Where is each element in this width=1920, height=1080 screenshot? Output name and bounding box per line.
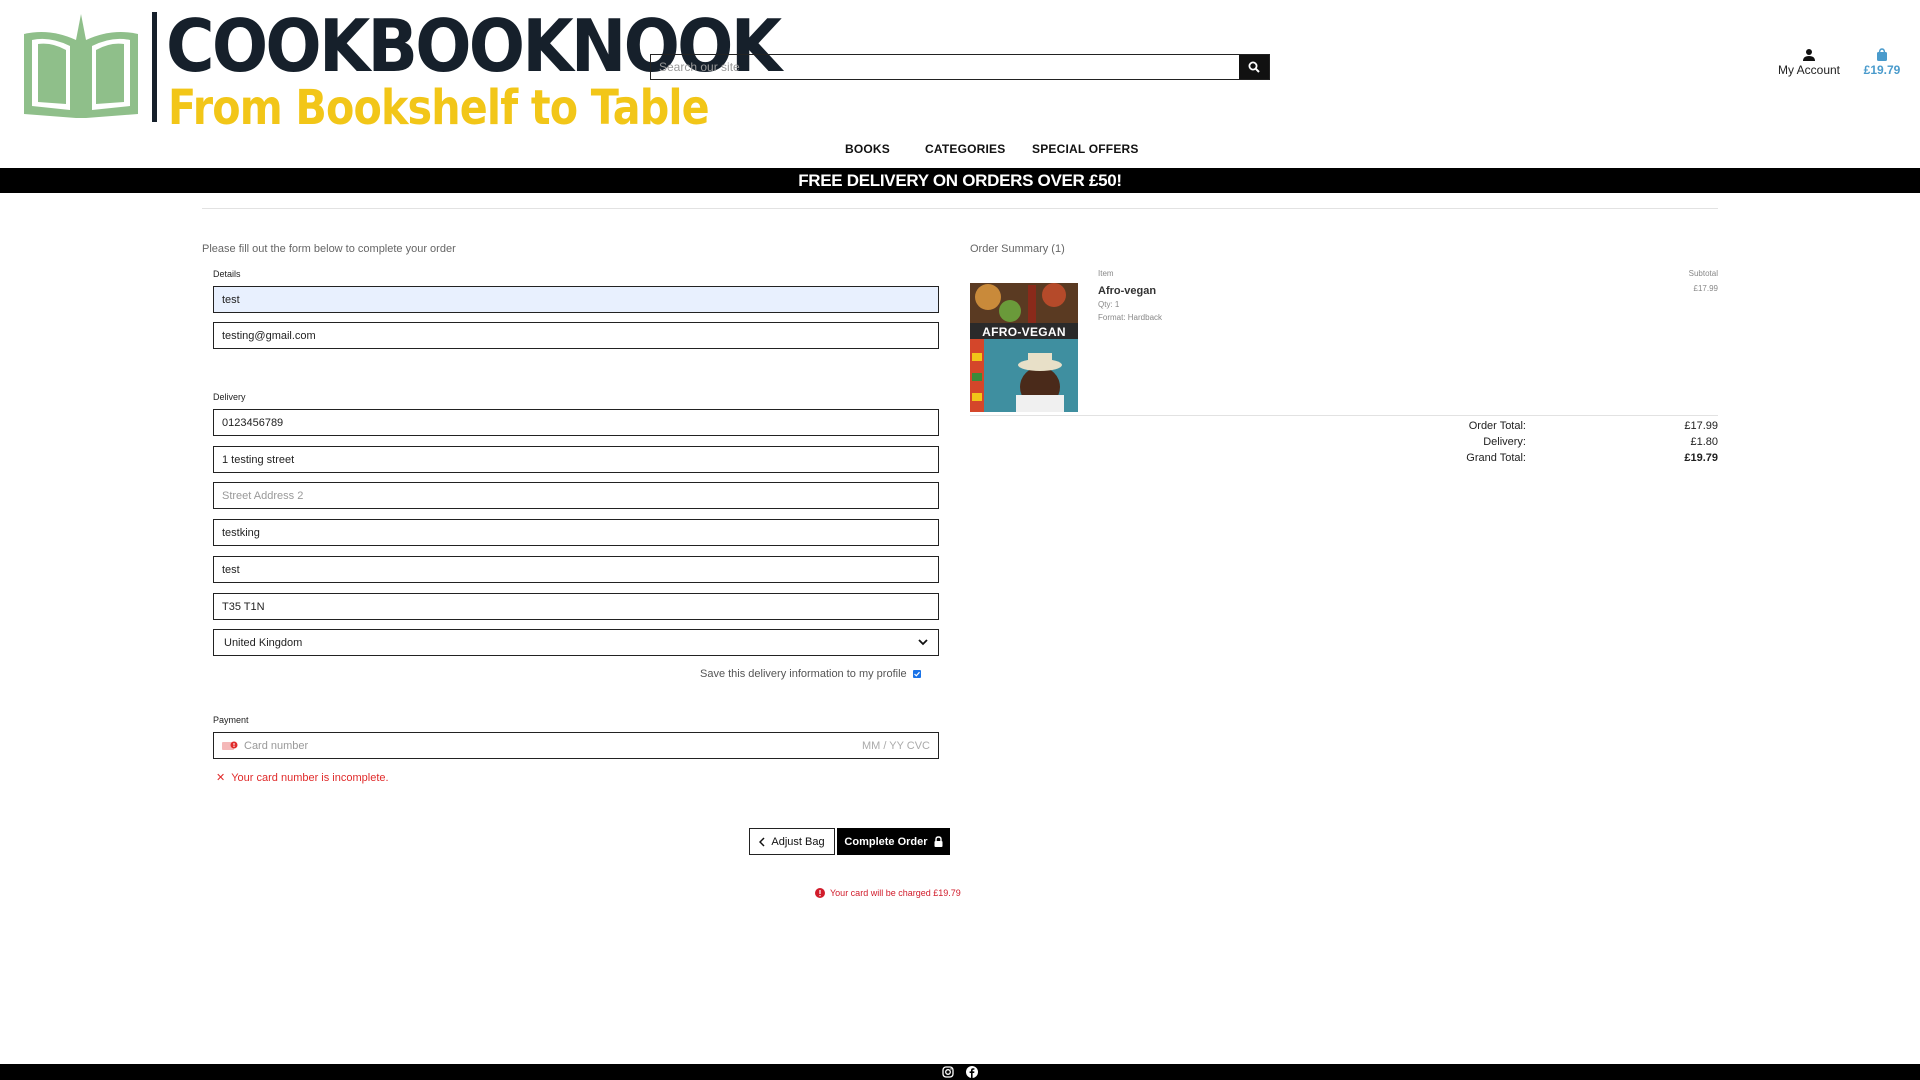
street-address-1-input[interactable]: 1 testing street: [213, 446, 939, 473]
item-column-header: Item: [1098, 269, 1114, 278]
bag-total: £19.79: [1863, 63, 1901, 77]
search-button[interactable]: [1239, 55, 1269, 79]
charge-notice: Your card will be charged £19.79: [815, 888, 961, 898]
my-account-link[interactable]: My Account: [1774, 48, 1844, 77]
item-name: Afro-vegan: [1098, 285, 1157, 297]
phone-input[interactable]: 0123456789: [213, 409, 939, 436]
search-icon: [1248, 61, 1260, 73]
street-address-2-input[interactable]: Street Address 2: [213, 482, 939, 509]
full-name-input[interactable]: test: [213, 286, 939, 313]
header-divider: [202, 208, 1718, 209]
item-qty: Qty: 1: [1098, 300, 1120, 309]
search-bar: [650, 54, 1270, 80]
product-image[interactable]: AFRO-VEGAN: [970, 283, 1078, 412]
form-intro: Please fill out the form below to comple…: [202, 243, 456, 255]
country-value: United Kingdom: [224, 636, 303, 649]
card-error-text: Your card number is incomplete.: [231, 772, 389, 784]
card-input[interactable]: Card number MM / YY CVC: [213, 732, 939, 759]
delivery-banner: FREE DELIVERY ON ORDERS OVER £50!: [0, 168, 1920, 193]
complete-order-label: Complete Order: [844, 835, 928, 848]
totals-values: £17.99 £1.80 £19.79: [1640, 418, 1718, 466]
card-number-placeholder: Card number: [244, 739, 309, 752]
site-logo[interactable]: COOKBOOKNOOK From Bookshelf to Table: [20, 4, 782, 136]
instagram-icon[interactable]: [942, 1066, 954, 1078]
my-account-label: My Account: [1777, 63, 1841, 77]
save-info-checkbox[interactable]: [912, 670, 921, 678]
nav-books[interactable]: BOOKS: [845, 142, 890, 156]
card-error-icon: [222, 741, 238, 750]
item-format: Format: Hardback: [1098, 313, 1163, 322]
order-summary-title: Order Summary (1): [970, 243, 1065, 255]
county-input[interactable]: test: [213, 556, 939, 583]
adjust-bag-label: Adjust Bag: [771, 835, 825, 848]
summary-divider: [970, 415, 1718, 416]
details-heading: Details: [213, 269, 241, 279]
book-cover-title: AFRO-VEGAN: [982, 325, 1066, 339]
postcode-input[interactable]: T35 T1N: [213, 593, 939, 620]
close-icon: ✕: [216, 772, 226, 784]
search-input[interactable]: [651, 55, 1239, 79]
save-info-label: Save this delivery information to my pro…: [700, 668, 907, 680]
grand-total-label: Grand Total:: [1466, 452, 1526, 464]
logo-divider: [152, 12, 157, 122]
payment-heading: Payment: [213, 715, 249, 725]
exclamation-circle-icon: [815, 888, 825, 898]
delivery-label: Delivery:: [1483, 436, 1526, 448]
card-expiry-cvc-placeholder: MM / YY CVC: [861, 739, 930, 752]
town-input[interactable]: testking: [213, 519, 939, 546]
book-cover-icon: [970, 283, 1078, 412]
subtotal-column-header: Subtotal: [1688, 269, 1718, 278]
totals-labels: Order Total: Delivery: Grand Total:: [1400, 418, 1526, 466]
shopping-bag-link[interactable]: £19.79: [1860, 48, 1904, 77]
nav-special-offers[interactable]: SPECIAL OFFERS: [1032, 142, 1139, 156]
delivery-value: £1.80: [1690, 436, 1718, 448]
adjust-bag-button[interactable]: Adjust Bag: [749, 828, 835, 855]
grand-total-value: £19.79: [1684, 452, 1718, 464]
delivery-heading: Delivery: [213, 392, 246, 402]
chevron-left-icon: [759, 836, 765, 847]
complete-order-button[interactable]: Complete Order: [837, 828, 950, 855]
email-input[interactable]: testing@gmail.com: [213, 322, 939, 349]
save-info-row: Save this delivery information to my pro…: [700, 668, 921, 680]
item-subtotal: £17.99: [1693, 284, 1718, 293]
country-select[interactable]: United Kingdom: [213, 629, 939, 656]
facebook-icon[interactable]: [966, 1066, 978, 1078]
user-icon: [1803, 49, 1815, 61]
lock-icon: [934, 836, 943, 847]
order-total-label: Order Total:: [1468, 420, 1526, 432]
order-total-value: £17.99: [1684, 420, 1718, 432]
nav-categories[interactable]: CATEGORIES: [925, 142, 1005, 156]
main-nav: BOOKS CATEGORIES SPECIAL OFFERS: [0, 142, 1920, 162]
footer: [0, 1064, 1920, 1080]
charge-notice-text: Your card will be charged £19.79: [830, 888, 961, 898]
card-error-message: ✕ Your card number is incomplete.: [216, 771, 389, 784]
checkmark-icon: [913, 671, 920, 677]
chevron-down-icon: [918, 639, 928, 646]
brand-tagline: From Bookshelf to Table: [168, 80, 710, 136]
shopping-bag-icon: [1877, 48, 1887, 61]
book-logo-icon: [24, 14, 138, 118]
